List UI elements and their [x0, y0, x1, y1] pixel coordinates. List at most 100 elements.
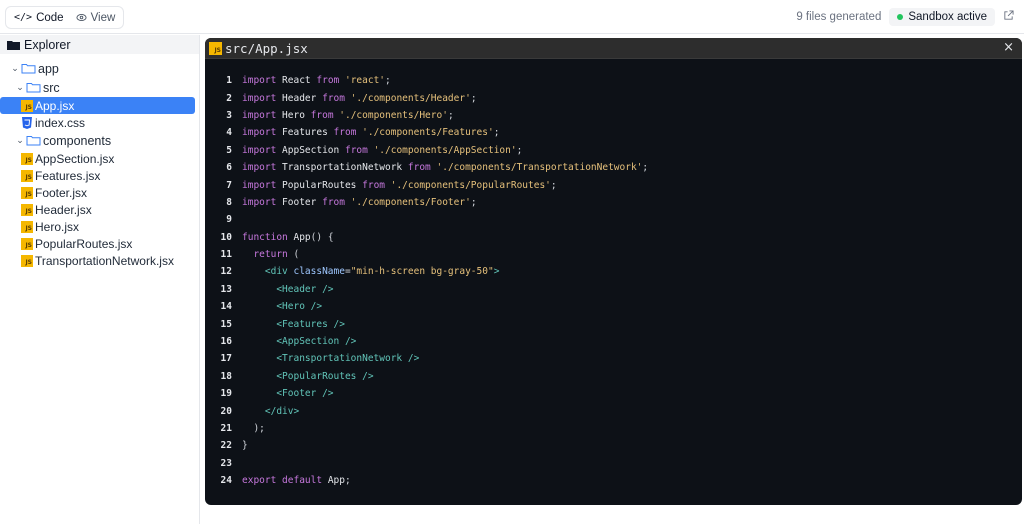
js-file-icon: JS	[209, 41, 222, 55]
code-token: <TransportationNetwork />	[242, 353, 420, 365]
code-token: from	[316, 75, 340, 87]
code-token: import	[242, 109, 277, 121]
code-line: 6 import TransportationNetwork from './co…	[205, 159, 1022, 176]
line-number: 11	[220, 249, 232, 261]
code-token: from	[310, 109, 334, 121]
js-file-icon: JS	[21, 169, 33, 182]
code-token: </div>	[242, 405, 300, 417]
code-token: <div	[242, 266, 288, 278]
code-line: 9	[205, 211, 1022, 228]
code-token: );	[242, 423, 265, 434]
line-number: 16	[220, 336, 232, 348]
file-index-css[interactable]: index.css	[0, 114, 199, 131]
code-token: './components/AppSection'	[367, 144, 517, 156]
folder-icon	[26, 135, 41, 146]
code-token: return	[242, 249, 288, 261]
sandbox-status-badge: Sandbox active	[889, 8, 995, 26]
file-tree: ⌄ app ⌄ src JS App.jsx index.css ⌄ compo…	[0, 54, 199, 269]
code-icon: </>	[14, 12, 33, 23]
line-number: 2	[226, 92, 232, 104]
code-token: from	[362, 179, 386, 191]
editor-tab-header: JS src/App.jsx	[205, 38, 1022, 59]
file-component[interactable]: JS Footer.jsx	[0, 184, 199, 201]
code-line: 17 <TransportationNetwork />	[205, 350, 1022, 367]
file-component[interactable]: JS PopularRoutes.jsx	[0, 235, 199, 252]
file-component[interactable]: JS TransportationNetwork.jsx	[0, 252, 199, 269]
external-link-icon[interactable]	[1003, 10, 1014, 24]
code-token: ;	[344, 475, 351, 487]
code-line: 20 </div>	[205, 402, 1022, 419]
code-token: ;	[550, 179, 557, 191]
code-token: from	[322, 92, 345, 104]
close-icon[interactable]: ×	[1003, 40, 1014, 55]
code-token: './components/Hero'	[333, 109, 448, 121]
line-number: 4	[226, 127, 232, 139]
line-number: 15	[220, 318, 232, 330]
code-line: 8 import Footer from './components/Footer…	[205, 194, 1022, 211]
code-token: from	[333, 127, 357, 139]
code-token: className	[287, 266, 345, 278]
line-number: 18	[220, 370, 232, 382]
file-index-css-label: index.css	[35, 115, 86, 130]
line-number: 14	[220, 301, 232, 313]
code-line: 18 <PopularRoutes />	[205, 368, 1022, 385]
file-component-label: AppSection.jsx	[35, 151, 115, 166]
code-token: Header	[276, 92, 323, 104]
file-component-label: Hero.jsx	[35, 219, 80, 234]
code-token: ;	[385, 75, 391, 87]
top-bar: </> Code View 9 files generated Sandbox …	[0, 0, 1024, 34]
line-number: 3	[226, 109, 232, 121]
code-token: App	[287, 231, 311, 243]
folder-app-label: app	[38, 61, 59, 76]
file-component-label: Footer.jsx	[35, 185, 88, 200]
file-component[interactable]: JS Header.jsx	[0, 201, 199, 218]
code-line: 15 <Features />	[205, 315, 1022, 332]
folder-icon	[21, 63, 36, 74]
code-token: import	[242, 75, 277, 87]
code-token: import	[242, 179, 277, 191]
line-number: 12	[220, 266, 232, 278]
line-number: 19	[220, 388, 232, 400]
status-dot-icon	[897, 14, 904, 20]
file-component[interactable]: JS AppSection.jsx	[0, 150, 199, 167]
code-token: from	[407, 162, 431, 174]
code-token: import	[242, 127, 277, 139]
css-file-icon	[21, 116, 33, 129]
code-line: 11 return (	[205, 246, 1022, 263]
code-token: './components/Header'	[344, 92, 471, 104]
code-editor-panel: JS src/App.jsx × 1 import React from 'rea…	[205, 38, 1022, 505]
folder-app[interactable]: ⌄ app	[0, 59, 199, 78]
folder-components[interactable]: ⌄ components	[0, 131, 199, 150]
line-number: 21	[220, 423, 232, 434]
line-number: 10	[220, 231, 232, 243]
line-number: 17	[220, 353, 232, 365]
tab-code[interactable]: </> Code	[11, 12, 67, 24]
tab-code-label: Code	[36, 11, 64, 24]
code-token: ;	[470, 92, 477, 104]
code-token: export	[242, 475, 277, 487]
code-line: 12 <div className = "min-h-screen bg-gray-…	[205, 263, 1022, 280]
code-line: 16 <AppSection />	[205, 333, 1022, 350]
tab-view[interactable]: View	[73, 12, 119, 24]
code-token: ;	[447, 109, 454, 121]
code-line: 10 function App() {	[205, 229, 1022, 246]
code-token: from	[322, 196, 345, 208]
code-token: <Features />	[242, 318, 345, 330]
line-number: 13	[220, 283, 232, 295]
code-token: ;	[642, 162, 649, 174]
line-number: 6	[226, 162, 232, 174]
js-file-icon: JS	[21, 186, 33, 199]
folder-icon	[26, 82, 41, 93]
code-line: 19 <Footer />	[205, 385, 1022, 402]
code-token: ;	[470, 196, 477, 208]
components-list: JS AppSection.jsx JS Features.jsx JS Footer.j…	[0, 150, 199, 269]
code-token: import	[242, 92, 277, 104]
file-component-label: Header.jsx	[35, 202, 92, 217]
file-app-jsx[interactable]: JS App.jsx	[0, 97, 195, 114]
file-component[interactable]: JS Hero.jsx	[0, 218, 199, 235]
js-file-icon: JS	[21, 254, 33, 267]
editor-file-path: src/App.jsx	[225, 40, 308, 56]
js-file-icon: JS	[21, 99, 33, 112]
file-component[interactable]: JS Features.jsx	[0, 167, 199, 184]
folder-src[interactable]: ⌄ src	[0, 78, 199, 97]
